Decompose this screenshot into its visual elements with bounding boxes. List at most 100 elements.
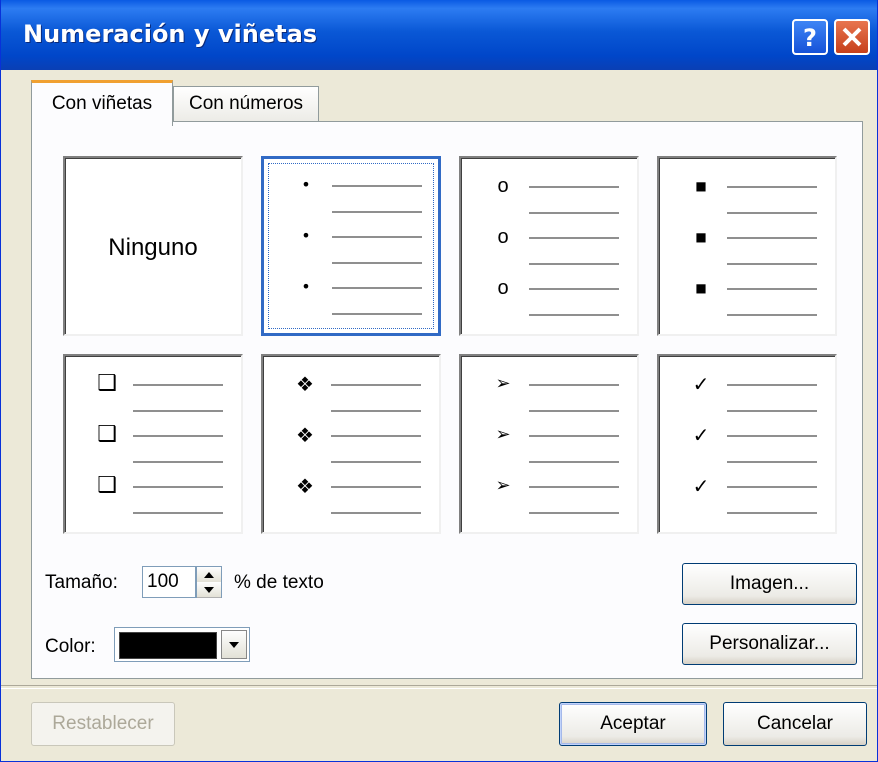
color-picker[interactable]: [114, 627, 250, 662]
four-diamonds-icon: ❖: [296, 423, 314, 447]
text-line-placeholder: [529, 237, 619, 239]
arrowhead-icon: ➢: [495, 373, 511, 394]
hollow-circle-icon: o: [497, 277, 509, 299]
filled-square-icon: ■: [695, 230, 707, 244]
size-label-text: Tamaño:: [45, 572, 118, 593]
text-line-placeholder: [727, 237, 817, 239]
text-line-placeholder: [529, 461, 619, 463]
text-line-placeholder: [133, 410, 223, 412]
small-dot-icon: •: [301, 175, 311, 194]
text-line-placeholder: [133, 435, 223, 437]
hollow-circle-icon: o: [497, 175, 509, 197]
color-swatch: [119, 632, 217, 659]
text-line-placeholder: [727, 410, 817, 412]
text-line-placeholder: [332, 211, 422, 213]
text-line-placeholder: [727, 435, 817, 437]
text-line-placeholder: [529, 384, 619, 386]
small-dot-icon: •: [301, 226, 311, 245]
text-line-placeholder: [133, 512, 223, 514]
filled-square-icon: ■: [695, 281, 707, 295]
text-line-placeholder: [727, 186, 817, 188]
text-line-placeholder: [727, 384, 817, 386]
text-line-placeholder: [727, 461, 817, 463]
customize-button[interactable]: Personalizar...: [682, 623, 857, 665]
text-line-placeholder: [529, 314, 619, 316]
tab-strip: Con viñetas Con números: [1, 70, 877, 126]
text-line-placeholder: [727, 314, 817, 316]
checkmark-icon: ✓: [692, 372, 710, 396]
text-line-placeholder: [133, 384, 223, 386]
text-line-placeholder: [331, 461, 421, 463]
arrowhead-icon: ➢: [495, 475, 511, 496]
hollow-square-icon: ❑: [97, 473, 117, 498]
bullet-style-label: Ninguno: [108, 234, 198, 261]
text-line-placeholder: [332, 287, 422, 289]
bullet-style-hollow-circle[interactable]: o o o: [459, 156, 639, 336]
filled-square-icon: ■: [695, 179, 707, 193]
reset-button[interactable]: Restablecer: [31, 702, 175, 746]
color-dropdown-button[interactable]: [221, 630, 247, 659]
arrow-up-icon: [204, 572, 214, 578]
size-label: Tamaño:: [45, 572, 118, 594]
text-line-placeholder: [529, 435, 619, 437]
close-icon: [842, 27, 862, 47]
separator: [1, 685, 877, 689]
text-line-placeholder: [727, 486, 817, 488]
checkmark-icon: ✓: [692, 474, 710, 498]
text-line-placeholder: [331, 435, 421, 437]
text-line-placeholder: [529, 512, 619, 514]
color-label: Color:: [45, 636, 96, 657]
spin-down-button[interactable]: [197, 582, 221, 598]
title-bar[interactable]: Numeración y viñetas ?: [1, 0, 877, 70]
text-line-placeholder: [529, 212, 619, 214]
hollow-circle-icon: o: [497, 226, 509, 248]
text-line-placeholder: [332, 313, 422, 315]
text-line-placeholder: [331, 486, 421, 488]
text-line-placeholder: [133, 486, 223, 488]
hollow-square-icon: ❑: [97, 422, 117, 447]
text-line-placeholder: [529, 486, 619, 488]
text-line-placeholder: [529, 263, 619, 265]
dialog-title: Numeración y viñetas: [23, 20, 318, 48]
bullet-style-arrowhead[interactable]: ➢ ➢ ➢: [459, 354, 639, 534]
image-button[interactable]: Imagen...: [682, 563, 857, 605]
tab-numbers[interactable]: Con números: [173, 86, 319, 122]
text-line-placeholder: [332, 262, 422, 264]
text-line-placeholder: [529, 186, 619, 188]
arrowhead-icon: ➢: [495, 424, 511, 445]
text-line-placeholder: [331, 410, 421, 412]
bullet-style-filled-square[interactable]: ■ ■ ■: [657, 156, 837, 336]
four-diamonds-icon: ❖: [296, 474, 314, 498]
text-line-placeholder: [332, 236, 422, 238]
text-line-placeholder: [332, 185, 422, 187]
text-line-placeholder: [529, 410, 619, 412]
text-line-placeholder: [331, 512, 421, 514]
bullet-style-checkmark[interactable]: ✓ ✓ ✓: [657, 354, 837, 534]
bullets-dialog: Numeración y viñetas ? Con viñetas Con n…: [0, 0, 878, 762]
cancel-button[interactable]: Cancelar: [723, 702, 867, 746]
bullet-style-four-diamonds[interactable]: ❖ ❖ ❖: [261, 354, 441, 534]
size-suffix: % de texto: [234, 572, 324, 593]
bullet-style-none[interactable]: Ninguno: [63, 156, 243, 336]
hollow-square-icon: ❑: [97, 371, 117, 396]
small-dot-icon: •: [301, 277, 311, 296]
bullet-style-hollow-square[interactable]: ❑ ❑ ❑: [63, 354, 243, 534]
text-line-placeholder: [133, 461, 223, 463]
chevron-down-icon: [229, 642, 239, 648]
checkmark-icon: ✓: [692, 423, 710, 447]
tab-bullets[interactable]: Con viñetas: [31, 80, 173, 126]
close-button[interactable]: [834, 19, 870, 55]
bullet-style-small-dot[interactable]: • • •: [261, 156, 441, 336]
text-line-placeholder: [727, 512, 817, 514]
text-line-placeholder: [727, 288, 817, 290]
text-line-placeholder: [727, 263, 817, 265]
size-spinner[interactable]: [196, 566, 222, 598]
question-mark-icon: ?: [803, 24, 817, 52]
arrow-down-icon: [204, 587, 214, 593]
ok-button[interactable]: Aceptar: [559, 702, 707, 746]
help-button[interactable]: ?: [792, 19, 828, 55]
svg-text:?: ?: [803, 24, 817, 52]
spin-up-button[interactable]: [197, 567, 221, 583]
text-line-placeholder: [331, 384, 421, 386]
size-input[interactable]: 100: [142, 566, 196, 598]
